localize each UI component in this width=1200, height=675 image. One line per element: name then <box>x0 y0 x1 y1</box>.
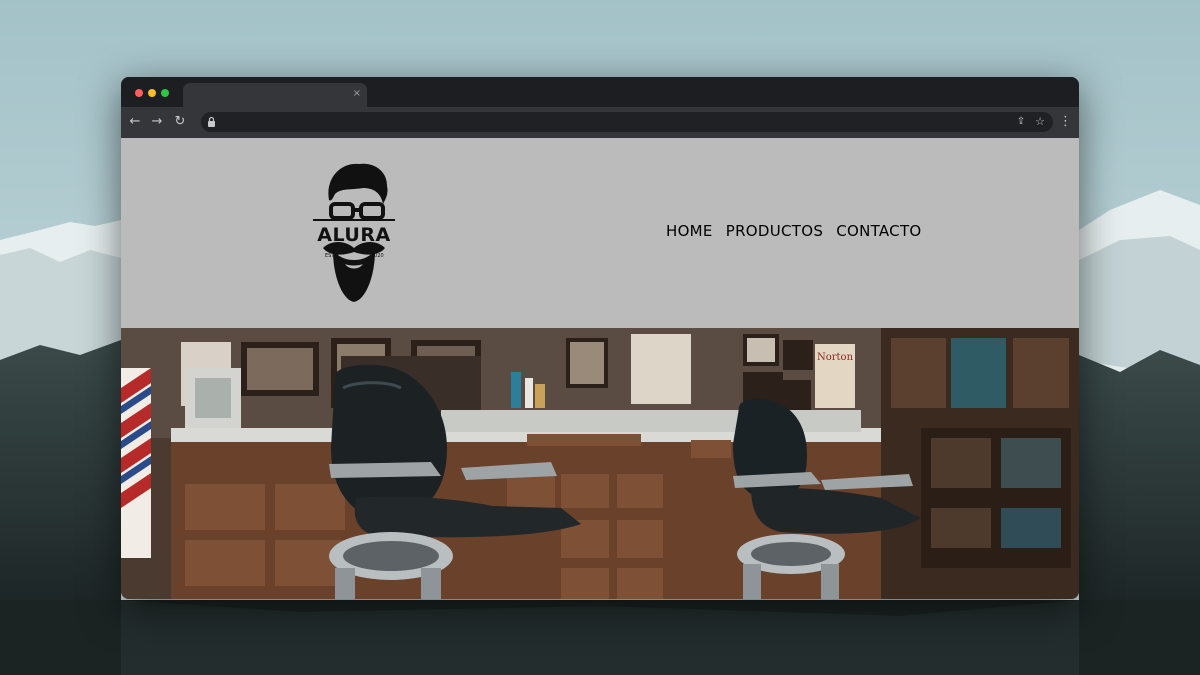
logo-est-left: ESTD <box>325 253 338 259</box>
logo-brand-text: ALURA <box>317 224 390 246</box>
back-arrow-icon[interactable]: ← <box>127 114 143 130</box>
kebab-menu-icon[interactable]: ⋮ <box>1059 115 1072 131</box>
maximize-window-button[interactable] <box>161 89 169 97</box>
forward-arrow-icon[interactable]: → <box>149 114 165 130</box>
page-viewport: ALURA ESTD 2020 HOME PRODUCTOS CONTACTO <box>121 138 1079 599</box>
norton-poster-text: Norton <box>817 352 854 363</box>
nav-productos-link[interactable]: PRODUCTOS <box>726 220 823 242</box>
star-icon[interactable]: ☆ <box>1033 114 1047 130</box>
browser-window: × ← → ↻ ⇪ ☆ ⋮ ALURA ESTD 2020 HOME PRODU… <box>121 77 1079 599</box>
bearded-man-logo[interactable]: ALURA ESTD 2020 <box>311 160 397 305</box>
address-bar[interactable]: ⇪ ☆ <box>201 112 1053 132</box>
nav-contacto-link[interactable]: CONTACTO <box>836 220 921 242</box>
lock-icon <box>208 116 215 127</box>
reload-icon[interactable]: ↻ <box>172 114 188 130</box>
tab-bar: × <box>121 77 1079 107</box>
minimize-window-button[interactable] <box>148 89 156 97</box>
browser-toolbar: ← → ↻ ⇪ ☆ ⋮ <box>121 107 1079 138</box>
barbershop-photo: Norton <box>121 328 1079 599</box>
share-icon[interactable]: ⇪ <box>1015 115 1027 129</box>
close-icon[interactable]: × <box>353 88 361 100</box>
hero-barbershop-image: Norton <box>121 328 1079 599</box>
main-nav: HOME PRODUCTOS CONTACTO <box>666 220 922 242</box>
logo-est-right: 2020 <box>371 253 384 259</box>
close-window-button[interactable] <box>135 89 143 97</box>
browser-tab[interactable]: × <box>183 83 367 107</box>
nav-home-link[interactable]: HOME <box>666 220 713 242</box>
site-header: ALURA ESTD 2020 HOME PRODUCTOS CONTACTO <box>121 138 1079 328</box>
